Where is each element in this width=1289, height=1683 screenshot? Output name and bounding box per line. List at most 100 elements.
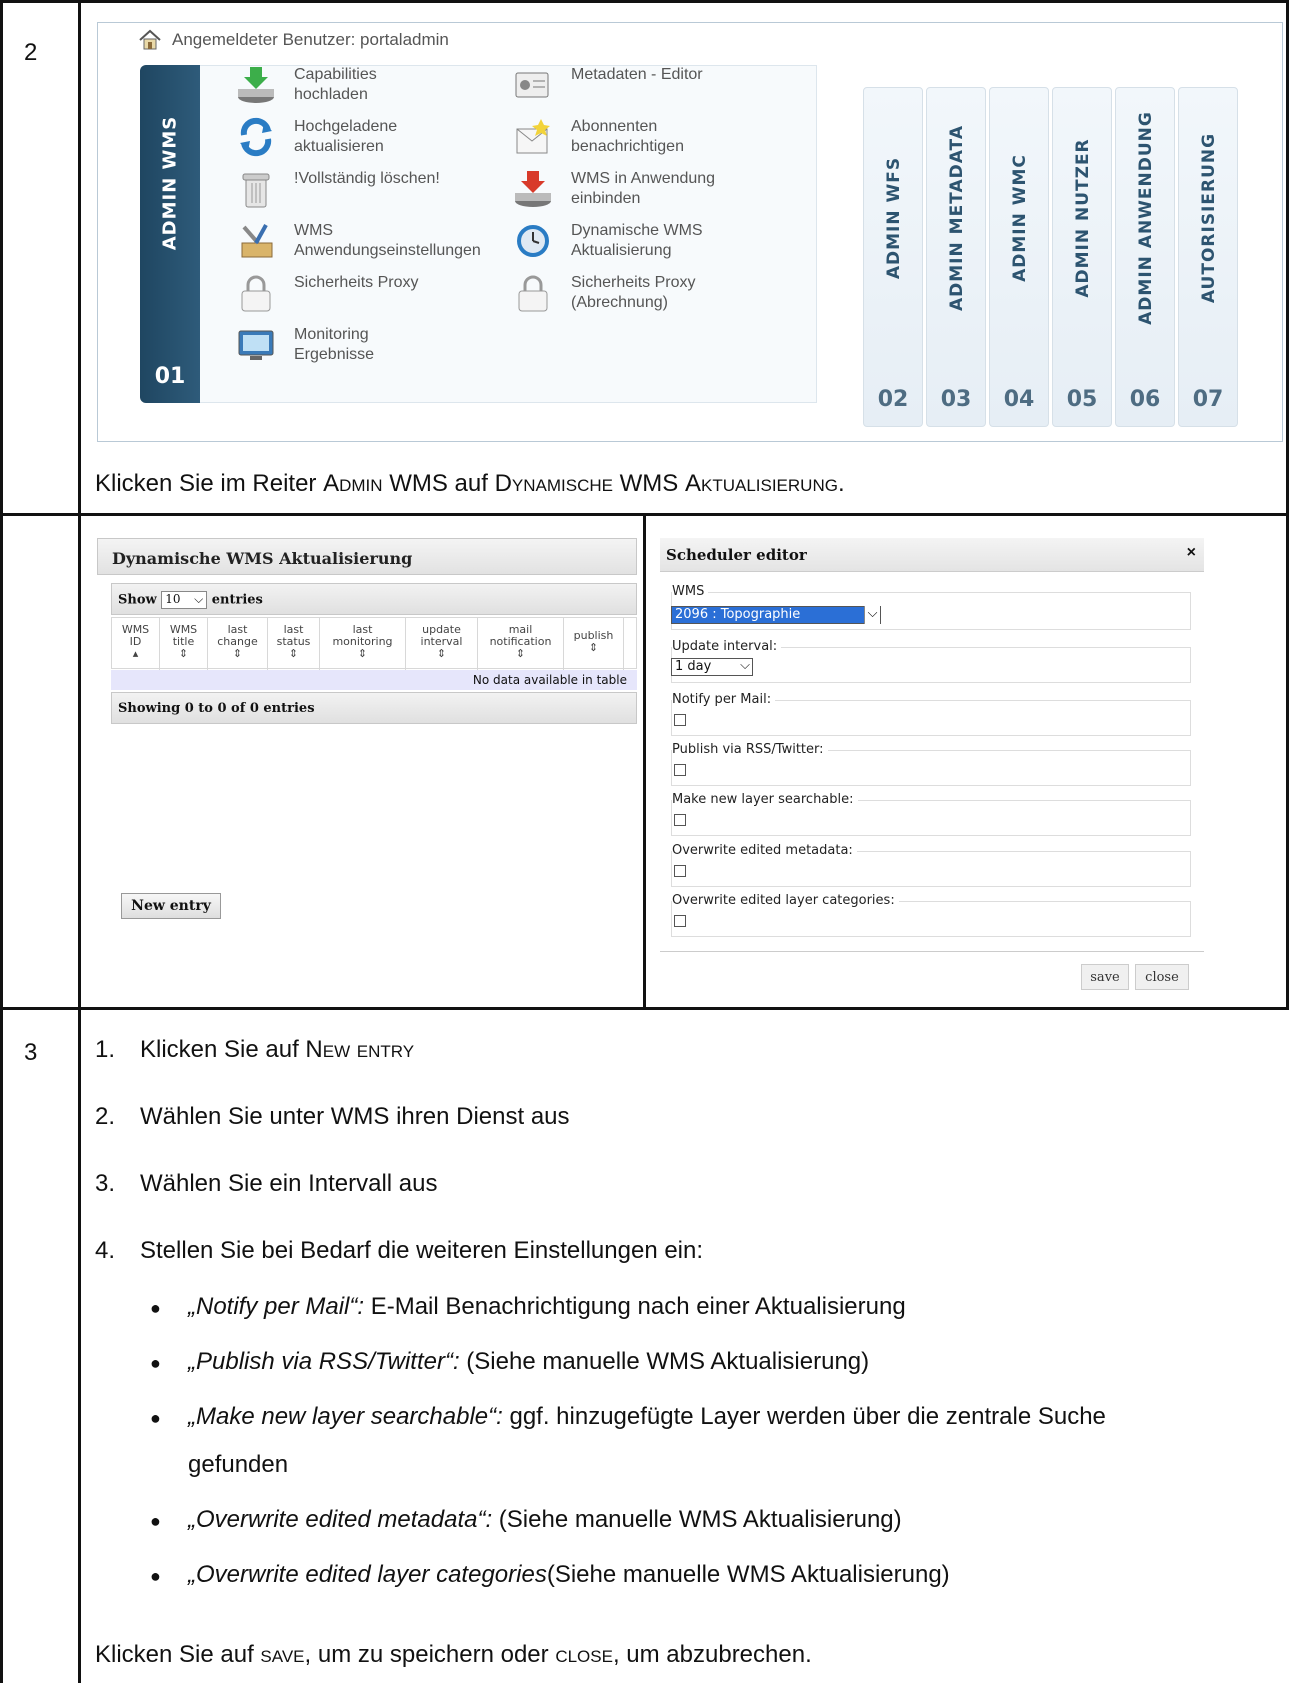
step-number: 3: [24, 1039, 38, 1066]
select-value: 10: [165, 592, 181, 606]
menu-item-sicherheits-proxy[interactable]: Sicherheits Proxy: [236, 273, 419, 313]
bullet-text: „Notify per Mail“: E-Mail Benachrichtigu…: [188, 1293, 906, 1320]
menu-item-metadaten-editor[interactable]: Metadaten - Editor: [513, 65, 703, 105]
menu-item-label: Dynamische WMS Aktualisierung: [571, 222, 703, 259]
close-button[interactable]: close: [1135, 964, 1189, 990]
list-text: Klicken Sie auf New entry: [140, 1036, 415, 1063]
menu-item-wms-einbinden[interactable]: WMS in Anwendung einbinden: [513, 169, 715, 209]
menu-item-label: !Vollständig löschen!: [294, 170, 440, 187]
interval-label: Update interval:: [672, 639, 782, 654]
instruction-text: Klicken Sie im Reiter Admin WMS auf Dyna…: [95, 469, 845, 499]
sort-icon: ⇕: [288, 647, 299, 660]
menu-item-capabilities[interactable]: Capabilities hochladen: [236, 65, 377, 105]
screenshot-divider: [643, 513, 646, 1010]
column-divider: [78, 0, 81, 1683]
bullet-text-continued: gefunden: [188, 1451, 289, 1478]
admin-menu-screenshot: Angemeldeter Benutzer: portaladmin ADMIN…: [97, 22, 1283, 442]
col-header[interactable]: mail notification ⇕: [478, 618, 564, 670]
tab-label: ADMIN WMC: [1010, 154, 1030, 282]
menu-item-label: WMS in Anwendung einbinden: [571, 170, 716, 207]
col-header-label: mail notification: [489, 623, 552, 648]
user-bar: Angemeldeter Benutzer: portaladmin: [138, 29, 449, 51]
menu-item-label: Hochgeladene aktualisieren: [294, 118, 398, 155]
tab-admin-anwendung[interactable]: ADMIN ANWENDUNG 06: [1115, 87, 1175, 427]
chevron-down-icon: ⌵: [194, 592, 204, 606]
clock-refresh-icon: [513, 221, 553, 261]
menu-item-sicherheits-proxy-abrechnung[interactable]: Sicherheits Proxy (Abrechnung): [513, 273, 696, 313]
tab-number: 07: [1192, 387, 1224, 412]
id-card-icon: [513, 65, 553, 105]
sort-asc-icon: ▴: [132, 647, 139, 660]
table-top-border: [0, 0, 1289, 3]
col-header[interactable]: WMS ID ▴: [112, 618, 160, 670]
tab-autorisierung[interactable]: AUTORISIERUNG 07: [1178, 87, 1238, 427]
list-text: Wählen Sie unter WMS ihren Dienst aus: [140, 1103, 570, 1130]
col-header[interactable]: last change ⇕: [208, 618, 268, 670]
col-header-label: last status: [276, 623, 311, 648]
home-icon[interactable]: [138, 29, 162, 51]
menu-item-label: Metadaten - Editor: [571, 66, 703, 83]
tab-number: 01: [154, 364, 186, 389]
menu-item-hochgeladene[interactable]: Hochgeladene aktualisieren: [236, 117, 397, 157]
tab-admin-wmc[interactable]: ADMIN WMC 04: [989, 87, 1049, 427]
entries-select[interactable]: 10 ⌵: [161, 591, 208, 609]
col-header[interactable]: publish ⇕: [564, 618, 624, 670]
searchable-label: Make new layer searchable:: [672, 792, 858, 807]
overwrite-categories-checkbox[interactable]: [674, 915, 686, 927]
col-header[interactable]: WMS title ⇕: [160, 618, 208, 670]
overwrite-metadata-checkbox[interactable]: [674, 865, 686, 877]
col-header[interactable]: last monitoring ⇕: [320, 618, 406, 670]
save-button[interactable]: save: [1081, 964, 1129, 990]
select-value: 1 day: [675, 659, 712, 674]
list-text: Stellen Sie bei Bedarf die weiteren Eins…: [140, 1237, 704, 1264]
tab-number: 04: [1003, 387, 1035, 412]
instruction-part: WMS auf: [382, 470, 495, 497]
download-server-icon: [236, 65, 276, 105]
wms-select[interactable]: 2096 : Topographie ⌵: [671, 606, 881, 624]
col-header[interactable]: last status ⇕: [268, 618, 320, 670]
tab-label: ADMIN METADATA: [947, 124, 967, 312]
interval-select[interactable]: 1 day ⌵: [671, 658, 753, 676]
col-header-label: last monitoring: [332, 623, 393, 648]
final-instruction: Klicken Sie auf save, um zu speichern od…: [95, 1641, 812, 1668]
bullet-text: „Overwrite edited metadata“: (Siehe manu…: [188, 1506, 902, 1533]
bullet-text: „Overwrite edited layer categories(Siehe…: [188, 1561, 950, 1588]
trash-icon: [236, 169, 276, 209]
menu-item-label: Monitoring Ergebnisse: [294, 326, 375, 363]
publish-checkbox[interactable]: [674, 764, 686, 776]
tab-admin-metadata[interactable]: ADMIN METADATA 03: [926, 87, 986, 427]
table-length-bar: Show 10 ⌵ entries: [111, 583, 637, 615]
tab-admin-nutzer[interactable]: ADMIN NUTZER 05: [1052, 87, 1112, 427]
envelope-star-icon: [513, 117, 553, 157]
menu-item-dynamische-wms[interactable]: Dynamische WMS Aktualisierung: [513, 221, 703, 261]
instruction-term: Dynamische: [494, 470, 613, 497]
col-header[interactable]: update interval ⇕: [406, 618, 478, 670]
searchable-checkbox[interactable]: [674, 814, 686, 826]
bullet-icon: ●: [150, 1353, 161, 1373]
table-left-border: [0, 0, 3, 1683]
close-icon[interactable]: ×: [1187, 544, 1196, 562]
tab-admin-wms[interactable]: ADMIN WMS 01: [140, 65, 200, 403]
new-entry-button[interactable]: New entry: [121, 893, 221, 919]
list-item: 2. Wählen Sie unter WMS ihren Dienst aus: [95, 1103, 570, 1131]
bullet-text: „Publish via RSS/Twitter“: (Siehe manuel…: [188, 1348, 870, 1375]
bullet-icon: ●: [150, 1298, 161, 1318]
list-number: 2.: [95, 1103, 116, 1130]
menu-item-label: Capabilities hochladen: [294, 66, 377, 103]
menu-item-monitoring[interactable]: Monitoring Ergebnisse: [236, 325, 374, 365]
tab-number: 05: [1066, 387, 1098, 412]
lock-icon: [236, 273, 276, 313]
notify-label: Notify per Mail:: [672, 692, 776, 707]
col-header-label: update interval: [420, 623, 463, 648]
sort-icon: ⇕: [588, 641, 599, 654]
menu-item-label: Abonnenten benachrichtigen: [571, 118, 684, 155]
tab-label: ADMIN WFS: [884, 156, 904, 280]
list-item: 4. Stellen Sie bei Bedarf die weiteren Ei…: [95, 1237, 703, 1265]
overwrite-metadata-label: Overwrite edited metadata:: [672, 843, 857, 858]
menu-item-anwendungseinstellungen[interactable]: WMS Anwendungseinstellungen: [236, 221, 481, 261]
notify-checkbox[interactable]: [674, 714, 686, 726]
tab-admin-wfs[interactable]: ADMIN WFS 02: [863, 87, 923, 427]
chevron-down-icon: ⌵: [740, 658, 750, 673]
menu-item-abonnenten[interactable]: Abonnenten benachrichtigen: [513, 117, 684, 157]
menu-item-loeschen[interactable]: !Vollständig löschen!: [236, 169, 440, 209]
